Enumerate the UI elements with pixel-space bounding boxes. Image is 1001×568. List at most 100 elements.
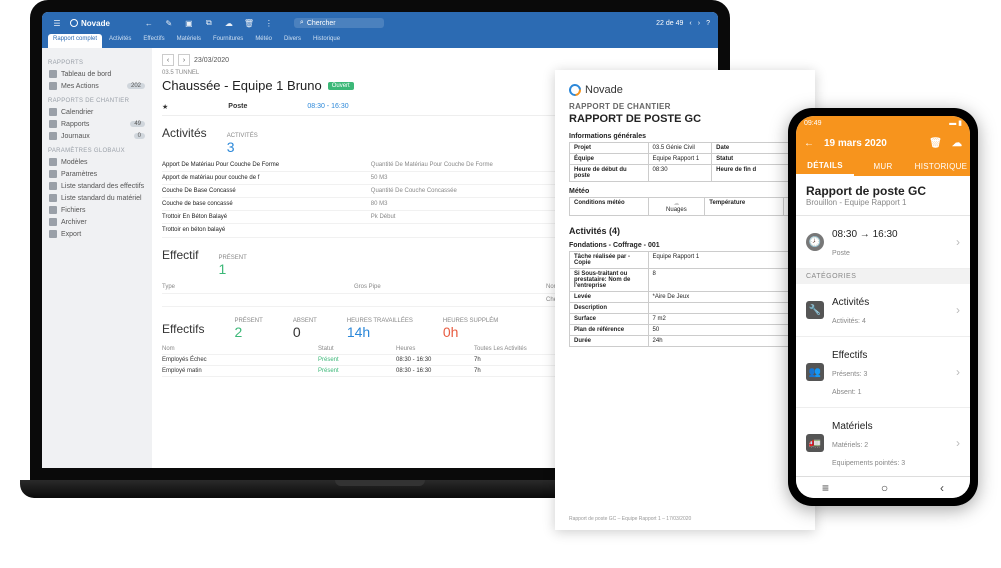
current-date: 23/03/2020	[194, 57, 229, 64]
cloud-download-icon[interactable]: ☁	[952, 138, 962, 149]
report-subtitle: Brouillon - Equipe Rapport 1	[806, 198, 960, 207]
archive-icon	[49, 218, 57, 226]
trash-icon[interactable]: 🗑	[929, 138, 942, 149]
export-icon	[49, 230, 57, 238]
sidebar-item-export[interactable]: Export	[46, 228, 148, 240]
sidebar-item-logs[interactable]: Journaux0	[46, 130, 148, 142]
calendar-icon	[49, 108, 57, 116]
paper-footer: Rapport de poste GC – Equipe Rapport 1 –…	[569, 516, 691, 522]
list-icon	[49, 194, 57, 202]
categories-heading: CATÉGORIES	[796, 269, 970, 284]
sidebar-item-archive[interactable]: Archiver	[46, 216, 148, 228]
edit-icon[interactable]: ✎	[162, 16, 176, 30]
section-effectif: Effectif	[162, 248, 198, 262]
sidebar-item-myactions[interactable]: Mes Actions202	[46, 80, 148, 92]
chevron-right-icon: ›	[956, 436, 960, 450]
paper-activity-subheading: Fondations - Coffrage - 001	[569, 242, 801, 249]
paper-weather-table: Conditions météo☁NuagesTempérature	[569, 197, 801, 216]
report-tabs: Rapport complet Activités Effectifs Maté…	[42, 34, 718, 48]
star-icon[interactable]: ★	[162, 103, 168, 111]
cloud-icon[interactable]: ☁	[222, 16, 236, 30]
tab-meteo[interactable]: Météo	[250, 34, 277, 48]
paper-info-table: Projet03.5 Génie CivilDate ÉquipeEquipe …	[569, 142, 801, 182]
wrench-icon: 🔧	[806, 301, 824, 319]
phone-tabs: DÉTAILS MUR HISTORIQUE	[796, 156, 970, 176]
more-icon[interactable]: ⋮	[262, 16, 276, 30]
sidebar-item-calendar[interactable]: Calendrier	[46, 106, 148, 118]
mobile-app: 09:49 ▬ ▮ ← 19 mars 2020 🗑 ☁ DÉTAILS MUR…	[796, 116, 970, 498]
paper-title: RAPPORT DE POSTE GC	[569, 113, 801, 125]
sidebar-item-settings[interactable]: Paramètres	[46, 168, 148, 180]
search-input[interactable]: ⌕ Chercher	[294, 18, 384, 28]
list-icon	[49, 182, 57, 190]
tab-history[interactable]: HISTORIQUE	[912, 156, 970, 176]
nav-back-icon[interactable]: ‹	[940, 481, 944, 495]
date-next-button[interactable]: ›	[178, 54, 190, 66]
truck-icon: 🚛	[806, 434, 824, 452]
sidebar-section-site-reports: Rapports de chantier	[48, 98, 146, 104]
effectif-count: 1	[218, 261, 226, 277]
tab-activites[interactable]: Activités	[104, 34, 136, 48]
chevron-right-icon: ›	[956, 303, 960, 317]
brand-ring-icon	[567, 82, 584, 99]
phone-frame: 09:49 ▬ ▮ ← 19 mars 2020 🗑 ☁ DÉTAILS MUR…	[788, 108, 978, 506]
report-title: Rapport de poste GC	[806, 184, 960, 198]
people-icon: 👥	[806, 363, 824, 381]
sidebar-section-global: Paramètres globaux	[48, 148, 146, 154]
nav-home-icon[interactable]: ○	[881, 481, 888, 495]
tab-details[interactable]: DÉTAILS	[796, 156, 854, 176]
gear-icon	[49, 170, 57, 178]
help-icon[interactable]: ?	[706, 20, 710, 27]
poste-time: 08:30 - 16:30	[307, 103, 348, 111]
folder-icon	[49, 206, 57, 214]
nav-recent-icon[interactable]: ≡	[822, 481, 829, 495]
sidebar-section-reports: Rapports	[48, 60, 146, 66]
sidebar-item-reports[interactable]: Rapports49	[46, 118, 148, 130]
paper-subtitle: RAPPORT DE CHANTIER	[569, 102, 801, 111]
actions-icon	[49, 82, 57, 90]
next-icon[interactable]: ›	[698, 20, 700, 27]
chevron-right-icon: ›	[956, 235, 960, 249]
section-activites: Activités	[162, 126, 207, 140]
dashboard-icon	[49, 70, 57, 78]
category-materiels[interactable]: 🚛 MatérielsMatériels: 2 Equipements poin…	[796, 408, 970, 476]
phone-header: ← 19 mars 2020 🗑 ☁	[796, 130, 970, 156]
logs-icon	[49, 132, 57, 140]
paper-info-heading: Informations générales	[569, 133, 801, 140]
tab-historique[interactable]: Historique	[308, 34, 345, 48]
pdf-report: Novade RAPPORT DE CHANTIER RAPPORT DE PO…	[555, 70, 815, 530]
tab-fournitures[interactable]: Fournitures	[208, 34, 248, 48]
tab-wall[interactable]: MUR	[854, 156, 912, 176]
menu-icon[interactable]: ☰	[50, 16, 64, 30]
stat-absent: 0	[293, 324, 301, 340]
sidebar-item-stdequip[interactable]: Liste standard du matériel	[46, 192, 148, 204]
category-activites[interactable]: 🔧 ActivitésActivités: 4 ›	[796, 284, 970, 337]
tab-full-report[interactable]: Rapport complet	[48, 34, 102, 48]
copy-icon[interactable]: ⧉	[202, 16, 216, 30]
prev-icon[interactable]: ‹	[689, 20, 691, 27]
back-icon[interactable]: ←	[804, 138, 814, 149]
phone-statusbar: 09:49 ▬ ▮	[796, 116, 970, 130]
status-badge: Ouvert	[328, 82, 354, 90]
sidebar-item-templates[interactable]: Modèles	[46, 156, 148, 168]
poste-row[interactable]: 🕗 08:30 → 16:30Poste ›	[796, 216, 970, 269]
signal-icon: ▬ ▮	[949, 119, 962, 127]
back-icon[interactable]: ←	[142, 16, 156, 30]
trash-icon[interactable]: 🗑	[242, 16, 256, 30]
paper-weather-heading: Météo	[569, 188, 801, 195]
date-prev-button[interactable]: ‹	[162, 54, 174, 66]
sidebar-item-files[interactable]: Fichiers	[46, 204, 148, 216]
camera-icon[interactable]: ▣	[182, 16, 196, 30]
tab-divers[interactable]: Divers	[279, 34, 306, 48]
category-effectifs[interactable]: 👥 EffectifsPrésents: 3 Absent: 1 ›	[796, 337, 970, 408]
sidebar-item-dashboard[interactable]: Tableau de bord	[46, 68, 148, 80]
phone-nav-bar: ≡ ○ ‹	[796, 476, 970, 498]
stat-overtime: 0h	[443, 324, 459, 340]
paper-activities-heading: Activités (4)	[569, 226, 801, 236]
sidebar-item-stdworkers[interactable]: Liste standard des effectifs	[46, 180, 148, 192]
activites-count: 3	[227, 139, 235, 155]
tab-materiels[interactable]: Matériels	[172, 34, 206, 48]
tab-effectifs[interactable]: Effectifs	[138, 34, 169, 48]
paper-activity-table: Tâche réalisée par - CopieEquipe Rapport…	[569, 251, 801, 347]
brand-logo: Novade	[70, 19, 110, 28]
